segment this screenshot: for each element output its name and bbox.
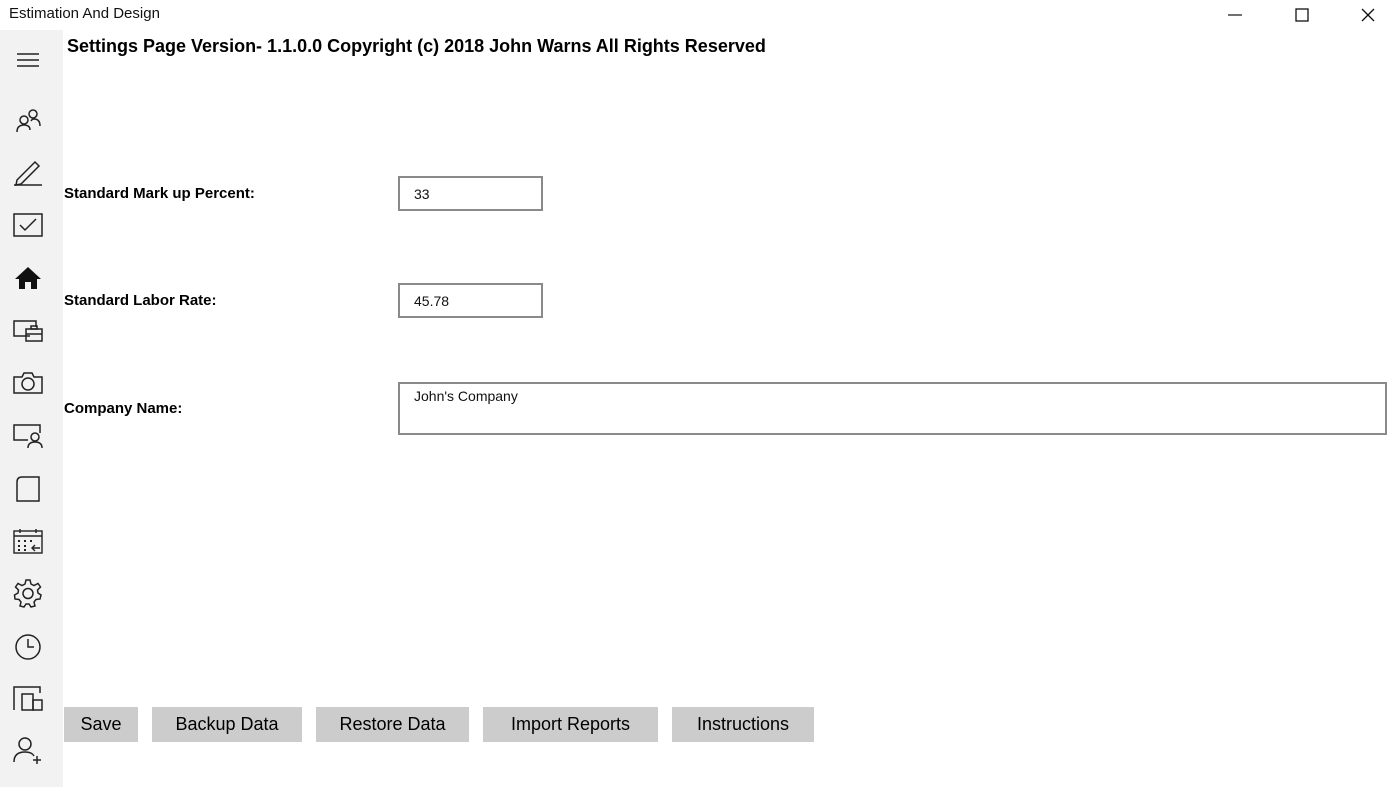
title-bar: Estimation And Design <box>0 0 1399 30</box>
backup-data-button[interactable]: Backup Data <box>152 707 302 742</box>
sidebar-item-edit[interactable] <box>0 150 55 194</box>
home-icon <box>14 267 41 289</box>
nav-sidebar <box>0 30 63 787</box>
pen-icon <box>13 160 42 186</box>
instructions-button[interactable]: Instructions <box>672 707 814 742</box>
app-window: Estimation And Design Settings Page Vers… <box>0 0 1399 787</box>
devices-icon <box>12 320 43 342</box>
sidebar-item-contacts[interactable] <box>0 414 55 458</box>
sidebar-item-camera[interactable] <box>0 361 55 405</box>
people-icon <box>15 109 41 133</box>
sidebar-item-devices[interactable] <box>0 309 55 353</box>
import-reports-button[interactable]: Import Reports <box>483 707 658 742</box>
app-title: Estimation And Design <box>9 5 160 22</box>
hamburger-menu-icon <box>16 53 39 67</box>
company-name-label: Company Name: <box>64 400 183 417</box>
add-user-icon <box>12 737 41 764</box>
sidebar-item-people[interactable] <box>0 98 55 142</box>
sidebar-item-add-user[interactable] <box>0 728 55 772</box>
sidebar-item-tiles[interactable] <box>0 676 55 720</box>
page-icon <box>15 476 40 502</box>
calendar-icon <box>12 529 43 554</box>
save-button[interactable]: Save <box>64 707 138 742</box>
camera-icon <box>12 372 43 394</box>
tiles-icon <box>12 686 43 711</box>
page-title: Settings Page Version- 1.1.0.0 Copyright… <box>67 36 766 56</box>
close-button[interactable] <box>1345 0 1391 30</box>
sidebar-item-settings[interactable] <box>0 571 55 615</box>
minimize-button[interactable] <box>1212 0 1258 30</box>
close-icon <box>1361 8 1375 22</box>
labor-rate-input[interactable] <box>398 283 543 318</box>
menu-toggle-button[interactable] <box>0 38 55 82</box>
maximize-button[interactable] <box>1279 0 1325 30</box>
sidebar-item-home[interactable] <box>0 256 55 300</box>
restore-data-button[interactable]: Restore Data <box>316 707 469 742</box>
markup-percent-input[interactable] <box>398 176 543 211</box>
checkbox-icon <box>12 213 43 237</box>
clock-icon <box>14 634 41 660</box>
maximize-icon <box>1295 8 1309 22</box>
sidebar-item-tasks[interactable] <box>0 203 55 247</box>
sidebar-item-calendar[interactable] <box>0 519 55 563</box>
gear-icon <box>13 579 42 608</box>
company-name-input[interactable]: John's Company <box>398 382 1387 435</box>
markup-label: Standard Mark up Percent: <box>64 185 255 202</box>
sidebar-item-page[interactable] <box>0 467 55 511</box>
sidebar-item-history[interactable] <box>0 625 55 669</box>
labor-rate-label: Standard Labor Rate: <box>64 292 217 309</box>
contact-card-icon <box>12 424 43 449</box>
minimize-icon <box>1228 14 1242 16</box>
